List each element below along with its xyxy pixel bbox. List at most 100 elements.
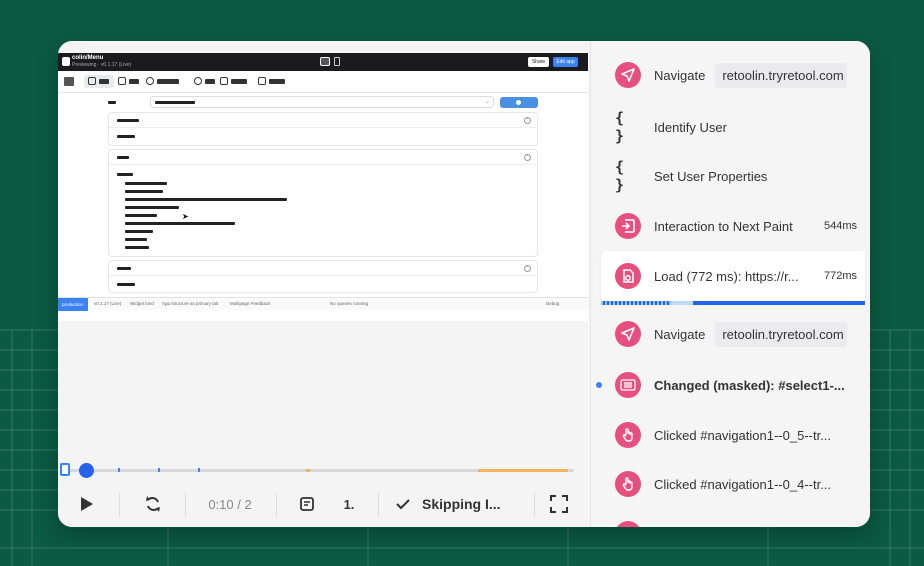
event-partial-icon [615, 521, 641, 527]
load-icon [615, 263, 641, 289]
menu-icon[interactable] [64, 77, 74, 86]
notes-button[interactable] [292, 481, 322, 527]
load-progress-bar [601, 301, 865, 305]
app-preview-frame[interactable]: colin/Menu Previewing · v0.1.17 (Live) S… [58, 53, 588, 321]
current-event-dot [596, 382, 602, 388]
status-feedback[interactable]: Multipage Feedback [230, 301, 271, 306]
app-subtitle: Previewing · v0.1.17 (Live) [72, 62, 132, 68]
nav-tab-label [129, 79, 139, 84]
control-separator [534, 493, 535, 517]
pointer-icon [615, 422, 641, 448]
submit-button[interactable] [500, 97, 538, 108]
event-clicked[interactable]: Clicked #navigation1--0_4--tr... [601, 459, 865, 509]
replay-player: colin/Menu Previewing · v0.1.17 (Live) S… [58, 41, 590, 527]
nav-tab-label [99, 79, 109, 84]
timeline-skip-segment [478, 469, 568, 472]
status-widget[interactable]: Widget bind [130, 301, 154, 306]
play-button[interactable] [72, 481, 102, 527]
share-button[interactable]: Share [528, 57, 549, 67]
panel-two: ˆ ➤ [108, 149, 539, 257]
nav-tab-label [269, 79, 285, 84]
retool-logo-icon [62, 57, 70, 66]
event-duration: 772ms [823, 270, 857, 282]
navigate-icon [615, 62, 641, 88]
environment-badge[interactable]: production [58, 298, 88, 311]
event-navigate[interactable]: Navigate retoolin.tryretool.com [601, 50, 865, 100]
event-navigate[interactable]: Navigate retoolin.tryretool.com [601, 309, 865, 359]
skip-inactivity-toggle[interactable]: Skipping I... [396, 481, 516, 527]
event-label: Interaction to Next Paint [654, 218, 793, 234]
desktop-view-icon[interactable] [320, 57, 330, 66]
file-icon [60, 463, 70, 476]
cursor-icon: ➤ [182, 212, 189, 221]
status-version[interactable]: v0.1.17 (Live) [94, 301, 121, 306]
control-separator [378, 493, 379, 517]
edit-app-button[interactable]: Edit app [553, 57, 578, 67]
event-interaction-next-paint[interactable]: Interaction to Next Paint 544ms [601, 201, 865, 251]
nav-tab-icon [118, 77, 126, 85]
timeline-marker[interactable] [198, 468, 200, 472]
event-set-user-properties[interactable]: { } Set User Properties [601, 151, 865, 201]
panel-one: ˆ [108, 112, 539, 146]
note-icon [300, 497, 314, 511]
chevron-up-icon[interactable]: ˆ [524, 117, 531, 124]
status-queries: No queries running [330, 301, 369, 306]
event-label: Changed (masked): #select1-... [654, 377, 845, 393]
app-name: colin/Menu [72, 55, 104, 61]
speed-value: 1. [343, 496, 355, 512]
nav-tab-label [157, 79, 179, 84]
nav-tab-icon [146, 77, 154, 85]
event-label: Navigate [654, 67, 706, 83]
rotate-icon [146, 496, 160, 512]
timeline-marker[interactable] [118, 468, 120, 472]
app-navigation [58, 71, 588, 93]
event-identify-user[interactable]: { } Identify User [601, 102, 865, 152]
nav-tab-icon [220, 77, 228, 85]
event-label: Clicked #navigation1--0_4--tr... [654, 476, 832, 492]
fullscreen-icon [550, 495, 568, 513]
event-load-selected[interactable]: Load (772 ms): https://r... 772ms [601, 251, 865, 301]
control-separator [276, 493, 277, 517]
status-debug[interactable]: Debug [546, 301, 559, 306]
time-readout: 0:10 / 2 [208, 496, 252, 512]
nav-tab-icon [194, 77, 202, 85]
timeline-scrubber[interactable] [79, 463, 94, 478]
replay-button[interactable] [138, 481, 168, 527]
event-clicked[interactable]: Clicked #navigation1--0_5--tr... [601, 410, 865, 460]
play-icon [81, 497, 93, 511]
chevron-up-icon[interactable]: ˆ [524, 154, 531, 161]
panel-three: ˆ [108, 260, 539, 293]
pointer-icon [615, 471, 641, 497]
mobile-view-icon[interactable] [334, 57, 340, 66]
interaction-icon [615, 213, 641, 239]
navigate-icon [615, 321, 641, 347]
chevron-up-icon[interactable]: ˆ [524, 265, 531, 272]
status-app-structure[interactable]: App structure as primary tab [162, 301, 219, 306]
event-label: Identify User [654, 119, 727, 135]
event-url-tag: retoolin.tryretool.com [715, 62, 848, 88]
select-label [108, 101, 116, 104]
event-label: Navigate [654, 326, 706, 342]
nav-tab-icon [88, 77, 96, 85]
event-url-tag: retoolin.tryretool.com [715, 321, 848, 347]
control-separator [185, 493, 186, 517]
event-changed[interactable]: Changed (masked): #select1-... [596, 360, 865, 410]
braces-icon: { } [615, 109, 625, 145]
speed-button[interactable]: 1. [334, 481, 364, 527]
event-label: Load (772 ms): https://r... [654, 268, 799, 284]
event-label: Set User Properties [654, 168, 768, 184]
check-icon [396, 499, 410, 510]
event-label: Clicked #navigation1--0_5--tr... [654, 427, 832, 443]
keyboard-icon [615, 372, 641, 398]
player-controls: 0:10 / 2 1. Skipping I... [58, 481, 590, 527]
skip-label: Skipping I... [422, 496, 501, 512]
app-header: colin/Menu Previewing · v0.1.17 (Live) S… [58, 53, 588, 71]
nav-tab-label [205, 79, 215, 84]
control-separator [119, 493, 120, 517]
select-input[interactable]: ⌄ [150, 96, 494, 108]
replay-timeline[interactable] [58, 463, 590, 479]
timeline-marker[interactable] [158, 468, 160, 472]
fullscreen-button[interactable] [544, 481, 574, 527]
nav-tab-label [231, 79, 247, 84]
event-duration: 544ms [823, 220, 857, 232]
